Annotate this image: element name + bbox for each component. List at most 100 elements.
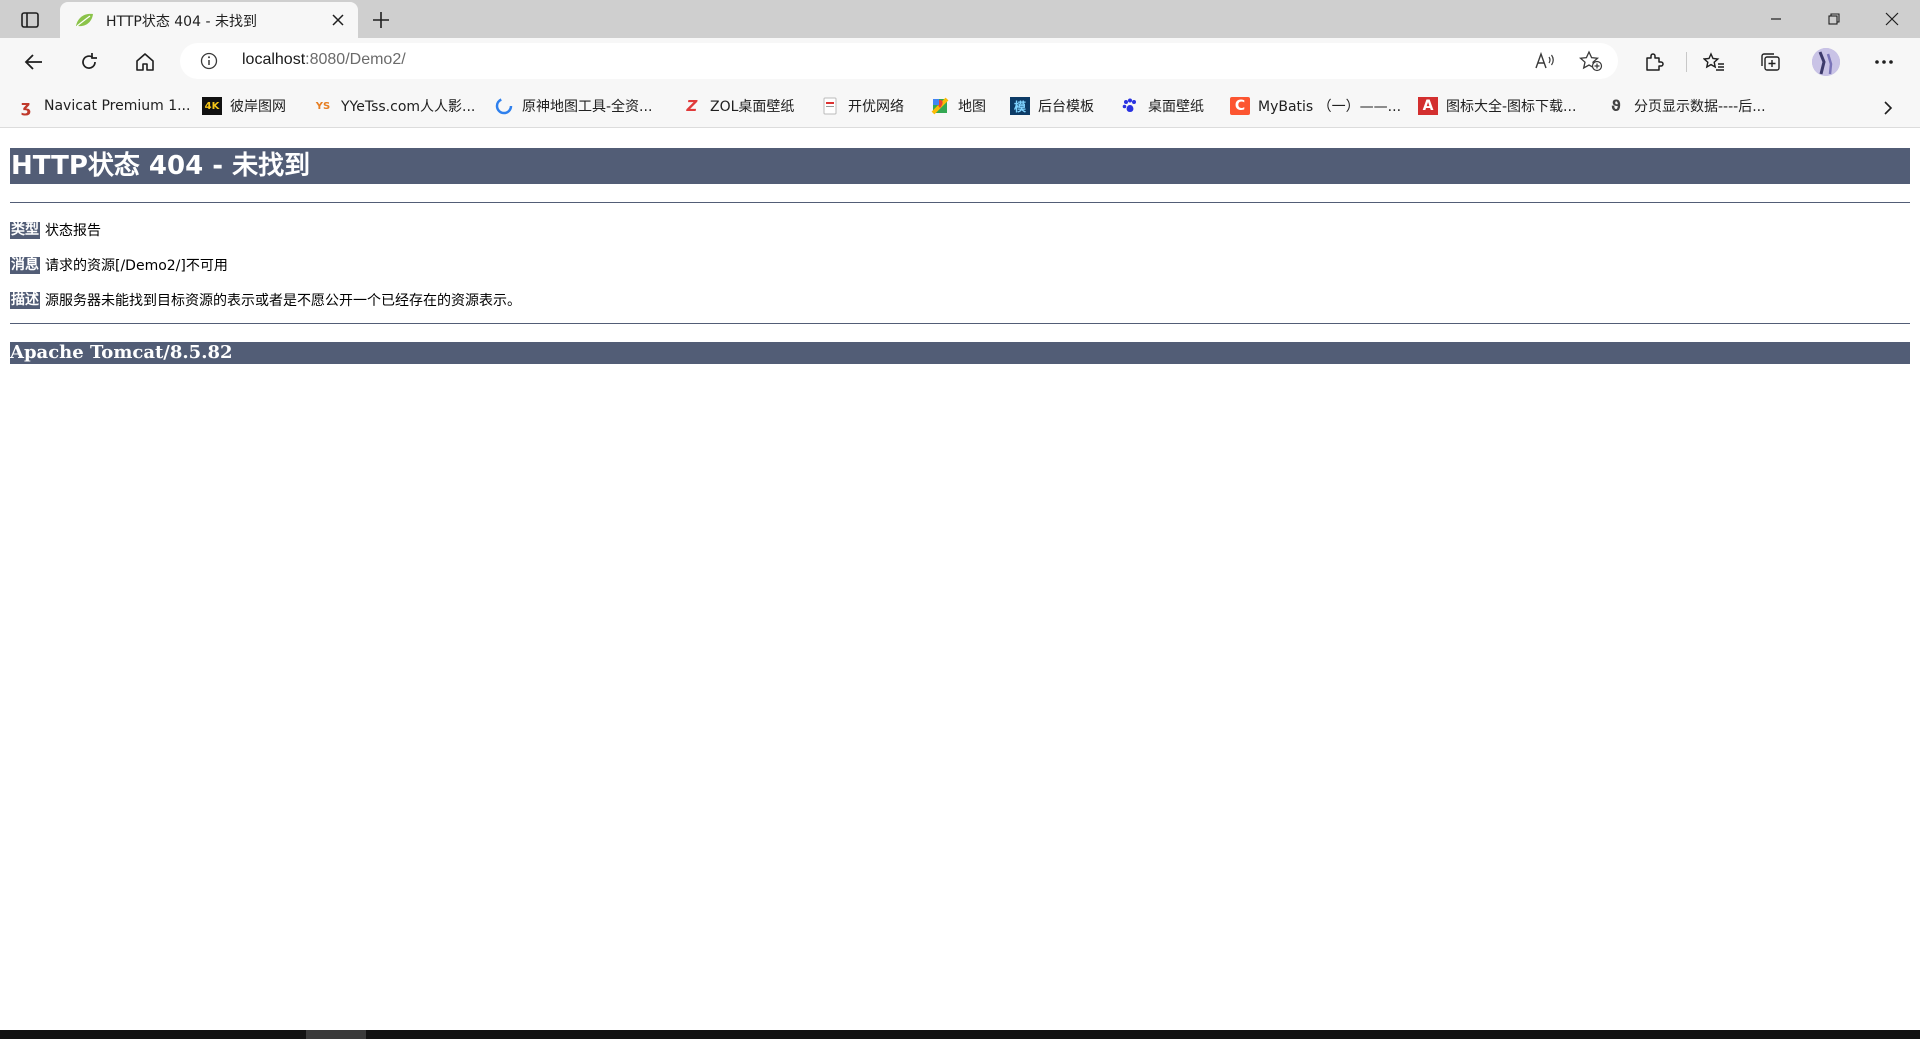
add-favorite-button[interactable] [1576,47,1606,75]
4k-icon: 4K [202,97,222,115]
avatar-icon [1812,48,1840,76]
error-heading: HTTP状态 404 - 未找到 [11,151,311,181]
description-label: 描述 [10,291,40,309]
bookmark-pagination[interactable]: ϑ 分页显示数据----后... [1606,96,1766,116]
bookmark-mybatis[interactable]: C MyBatis （一）——... [1230,96,1401,116]
tab-actions-icon [21,12,39,28]
extensions-button[interactable] [1638,46,1670,78]
description-value: 源服务器未能找到目标资源的表示或者是不愿公开一个已经存在的资源表示。 [45,293,521,309]
zol-icon: Z [686,97,698,115]
bookmark-zol[interactable]: Z ZOL桌面壁纸 [682,96,795,116]
bookmark-label: 地图 [958,99,986,115]
settings-more-button[interactable] [1868,46,1900,78]
more-dots-icon [1875,60,1893,64]
error-heading-bar: HTTP状态 404 - 未找到 [10,148,1910,184]
minimize-icon [1771,18,1781,20]
page-content: HTTP状态 404 - 未找到 类型 状态报告 消息 请求的资源[/Demo2… [0,128,1920,1030]
iconfont-icon: A [1418,97,1438,115]
tab-title: HTTP状态 404 - 未找到 [106,14,257,30]
favorites-list-icon [1703,52,1724,71]
kaiyou-icon [820,97,840,115]
puzzle-icon [1646,53,1664,71]
bookmark-yyets[interactable]: YS YYeTss.com人人影... [313,96,476,116]
refresh-icon [82,53,97,69]
bookmark-netbian[interactable]: 4K 彼岸图网 [202,96,286,116]
restore-button[interactable] [1806,0,1862,38]
active-tab[interactable]: HTTP状态 404 - 未找到 [60,2,358,38]
read-aloud-icon [1535,52,1554,69]
profile-avatar[interactable] [1812,48,1840,76]
bookmark-label: 开优网络 [848,99,904,115]
plus-icon [373,12,389,28]
bookmark-label: 分页显示数据----后... [1634,99,1766,115]
tab-actions-button[interactable] [14,8,46,32]
bookmark-navicat[interactable]: ʒ Navicat Premium 1... [16,96,191,116]
toolbar-separator [1686,52,1687,72]
home-button[interactable] [129,46,161,78]
divider-line [10,202,1910,203]
description-row: 描述 源服务器未能找到目标资源的表示或者是不愿公开一个已经存在的资源表示。 [10,290,521,310]
server-info: Apache Tomcat/8.5.82 [10,342,233,363]
message-value: 请求的资源[/Demo2/]不可用 [45,258,228,274]
close-icon [1885,12,1899,26]
bookmark-label: 后台模板 [1038,99,1094,115]
minimize-button[interactable] [1748,0,1804,38]
divider-line [10,323,1910,324]
back-arrow-icon [24,54,42,70]
bookmark-label: 桌面壁纸 [1148,99,1204,115]
navigation-toolbar: localhost:8080/Demo2/ [0,38,1920,84]
bookmark-label: Navicat Premium 1... [44,98,191,114]
close-icon [332,14,344,26]
message-row: 消息 请求的资源[/Demo2/]不可用 [10,255,228,275]
type-value: 状态报告 [45,223,101,239]
url-host: localhost [242,51,306,68]
chevron-right-icon [1884,101,1893,115]
read-aloud-button[interactable] [1530,47,1560,75]
bookmark-label: YYeTss.com人人影... [341,99,476,115]
navicat-icon: ʒ [20,96,32,116]
collections-icon [1761,53,1780,71]
star-add-icon [1579,50,1603,72]
taskbar [0,1030,1920,1039]
bookmark-label: MyBatis （一）——... [1258,99,1402,115]
baidu-paw-icon [1120,97,1140,115]
type-label: 类型 [10,221,40,239]
bookmark-label: 原神地图工具-全资... [522,99,653,115]
bookmark-label: 图标大全-图标下载... [1446,99,1577,115]
tab-close-button[interactable] [328,10,348,30]
message-label: 消息 [10,256,40,274]
collections-button[interactable] [1754,46,1786,78]
template-icon: 模 [1010,97,1030,115]
genshin-map-icon [494,97,514,115]
new-tab-button[interactable] [368,7,394,33]
bookmark-kaiyou[interactable]: 开优网络 [820,96,904,116]
spring-leaf-icon [76,13,93,27]
map-icon [930,97,950,115]
csdn-icon: C [1230,97,1250,115]
home-icon [136,53,154,71]
site-info-icon[interactable] [200,52,218,70]
bookmark-iconfont[interactable]: A 图标大全-图标下载... [1418,96,1576,116]
bookmark-label: ZOL桌面壁纸 [710,99,795,115]
restore-icon [1828,13,1840,25]
page-icon: ϑ [1611,97,1621,115]
bookmark-map[interactable]: 地图 [930,96,986,116]
url-text[interactable]: localhost:8080/Demo2/ [242,51,406,69]
bookmarks-bar: ʒ Navicat Premium 1... 4K 彼岸图网 YS YYeTss… [0,84,1920,128]
url-path: :8080/Demo2/ [305,51,406,68]
back-button[interactable] [18,46,50,78]
bookmark-label: 彼岸图网 [230,99,286,115]
tab-strip: HTTP状态 404 - 未找到 [0,0,1920,38]
bookmark-genshin-map[interactable]: 原神地图工具-全资... [494,96,652,116]
type-row: 类型 状态报告 [10,220,101,240]
close-window-button[interactable] [1864,0,1920,38]
bookmark-wallpaper[interactable]: 桌面壁纸 [1120,96,1204,116]
yyets-icon: YS [315,100,331,112]
refresh-button[interactable] [73,46,105,78]
favorites-button[interactable] [1698,46,1730,78]
taskbar-active-app[interactable] [306,1030,366,1039]
address-bar[interactable]: localhost:8080/Demo2/ [180,43,1618,79]
bookmarks-overflow-button[interactable] [1876,96,1900,120]
bookmark-template[interactable]: 模 后台模板 [1010,96,1094,116]
server-info-bar: Apache Tomcat/8.5.82 [10,342,1910,364]
